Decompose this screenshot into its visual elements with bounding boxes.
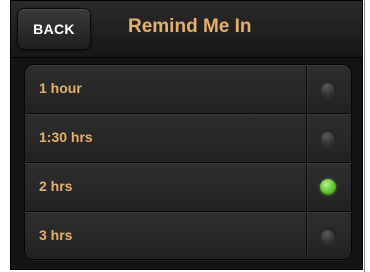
option-label: 1 hour [39,80,82,96]
radio-indicator-icon[interactable] [320,130,336,146]
reminder-options-list: 1 hour 1:30 hrs 2 hrs 3 hrs [24,64,352,260]
option-label: 3 hrs [39,227,73,243]
radio-cell [306,163,351,211]
back-button[interactable]: BACK [17,8,91,50]
option-row-1-30-hrs[interactable]: 1:30 hrs [25,113,351,162]
option-label: 1:30 hrs [39,129,93,145]
radio-cell [306,212,351,259]
option-row-3-hrs[interactable]: 3 hrs [25,211,351,259]
option-row-1-hour[interactable]: 1 hour [25,65,351,113]
radio-indicator-icon[interactable] [320,228,336,244]
radio-cell [306,114,351,162]
page-title: Remind Me In [128,16,252,37]
navigation-bar: BACK Remind Me In [11,1,362,58]
radio-indicator-icon[interactable] [320,81,336,97]
option-row-2-hrs[interactable]: 2 hrs [25,162,351,211]
option-label: 2 hrs [39,178,73,194]
divider [364,0,365,272]
app-screen: BACK Remind Me In 1 hour 1:30 hrs 2 hrs … [10,0,363,270]
radio-cell [306,65,351,113]
radio-indicator-icon[interactable] [320,179,336,195]
